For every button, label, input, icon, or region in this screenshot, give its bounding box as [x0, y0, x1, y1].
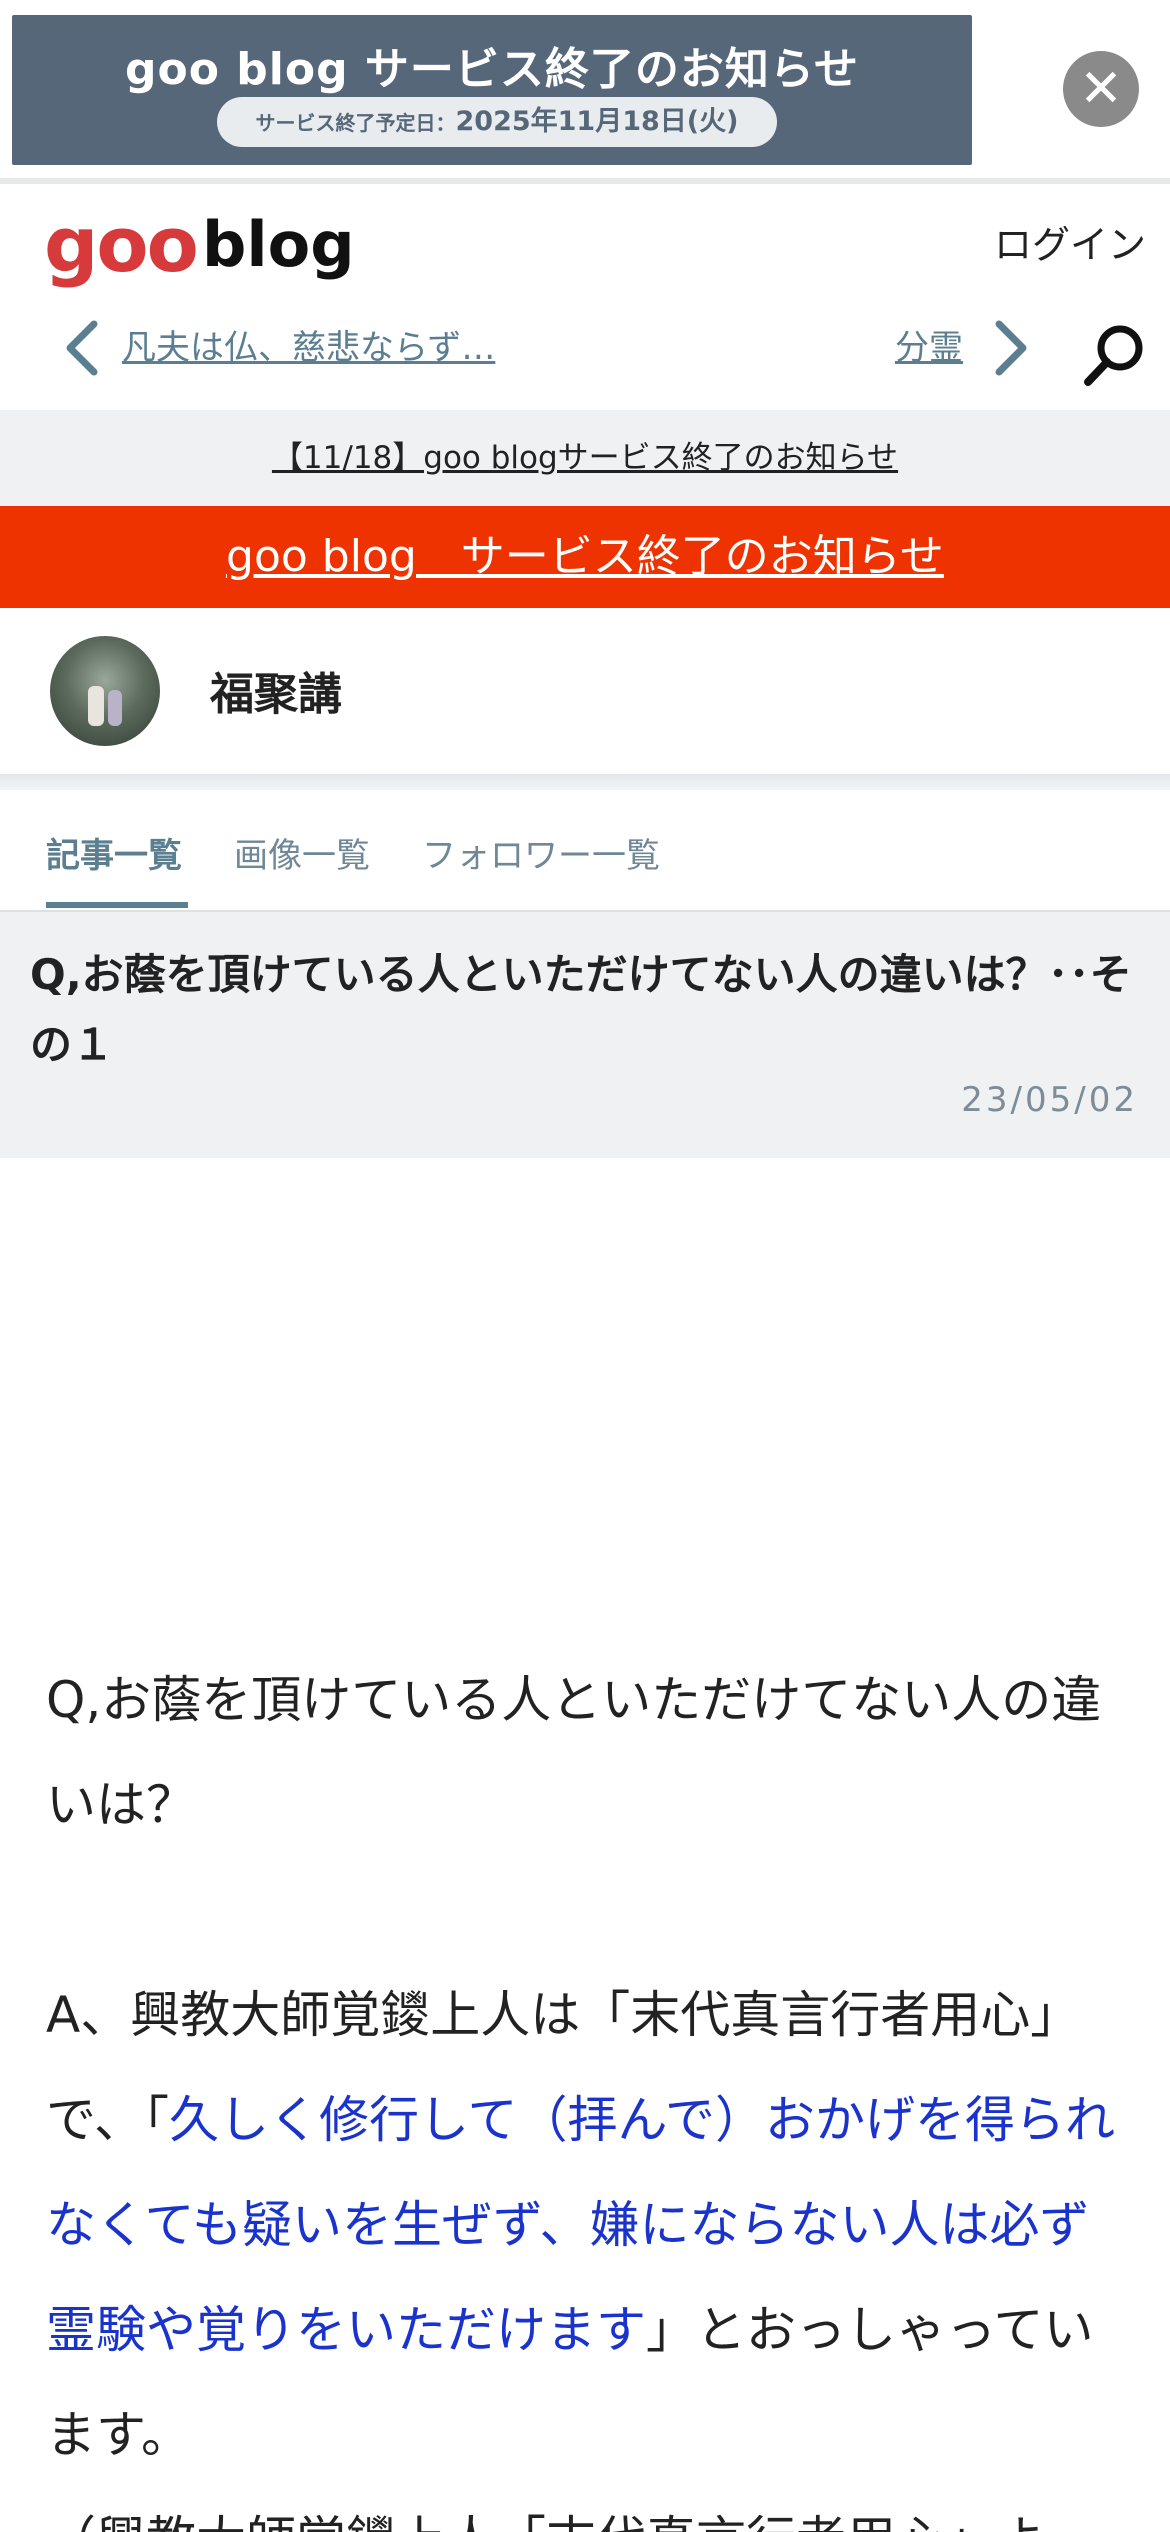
- logo-goo-text: goo: [44, 200, 199, 289]
- question-paragraph: Q,お蔭を頂けている人といただけてない人の違いは？: [46, 1671, 1102, 1834]
- blog-name[interactable]: 福聚講: [210, 658, 342, 722]
- service-notice-link[interactable]: 【11/18】goo blogサービス終了のお知らせ: [272, 440, 898, 476]
- avatar-figure: [108, 690, 122, 726]
- close-icon[interactable]: ✕: [1063, 51, 1139, 127]
- login-link[interactable]: ログイン: [994, 214, 1146, 269]
- ad-banner-row: goo blog サービス終了のお知らせ サービス終了予定日：2025年11月1…: [0, 0, 1170, 178]
- service-end-link[interactable]: goo blog サービス終了のお知らせ: [226, 531, 944, 582]
- article-date: 23/05/02: [961, 1080, 1138, 1120]
- logo-blog-text: blog: [202, 208, 355, 281]
- ad-banner-date-label: サービス終了予定日：: [255, 111, 456, 135]
- section-divider: [0, 774, 1170, 790]
- partial-paragraph: （興教大師覚鑁上人「末代真言行者用心」よ: [46, 2488, 1126, 2532]
- chevron-right-icon[interactable]: [985, 318, 1035, 378]
- answer-paragraph: A、興教大師覚鑁上人は「末代真言行者用心」で、「久しく修行して（拝んで）おかげを…: [46, 1963, 1126, 2488]
- article-title: Q,お蔭を頂けている人といただけてない人の違いは？･･その１: [30, 950, 1132, 1069]
- ad-banner-title: goo blog サービス終了のお知らせ: [124, 44, 859, 95]
- article-header: Q,お蔭を頂けている人といただけてない人の違いは？･･その１ 23/05/02: [0, 912, 1170, 1158]
- next-article-link[interactable]: 分霊: [895, 320, 963, 369]
- service-end-ad-banner[interactable]: goo blog サービス終了のお知らせ サービス終了予定日：2025年11月1…: [12, 15, 972, 165]
- prev-article-link[interactable]: 凡夫は仏、慈悲ならず…: [122, 320, 495, 369]
- tab-images[interactable]: 画像一覧: [234, 828, 370, 877]
- search-icon[interactable]: [1080, 320, 1150, 390]
- blog-tabs: 記事一覧 画像一覧 フォロワー一覧: [0, 790, 1170, 912]
- page: goo blog サービス終了のお知らせ サービス終了予定日：2025年11月1…: [0, 0, 1170, 2532]
- blog-profile: 福聚講: [0, 608, 1170, 774]
- service-end-red-bar[interactable]: goo blog サービス終了のお知らせ: [0, 506, 1170, 608]
- article-nav: 凡夫は仏、慈悲ならず… 分霊: [0, 300, 1170, 400]
- ad-banner-date: 2025年11月18日(火): [455, 106, 739, 137]
- site-header: goo blog ログイン 凡夫は仏、慈悲ならず… 分霊: [0, 184, 1170, 410]
- ad-banner-date-pill: サービス終了予定日：2025年11月18日(火): [217, 97, 777, 147]
- chevron-left-icon[interactable]: [58, 318, 108, 378]
- avatar[interactable]: [50, 636, 160, 746]
- tab-followers[interactable]: フォロワー一覧: [422, 828, 660, 877]
- article-body: Q,お蔭を頂けている人といただけてない人の違いは？ A、興教大師覚鑁上人は「末代…: [46, 1648, 1126, 2532]
- avatar-figure: [88, 686, 104, 726]
- service-notice-bar[interactable]: 【11/18】goo blogサービス終了のお知らせ: [0, 410, 1170, 506]
- active-tab-indicator: [46, 902, 188, 908]
- tab-articles[interactable]: 記事一覧: [46, 828, 182, 877]
